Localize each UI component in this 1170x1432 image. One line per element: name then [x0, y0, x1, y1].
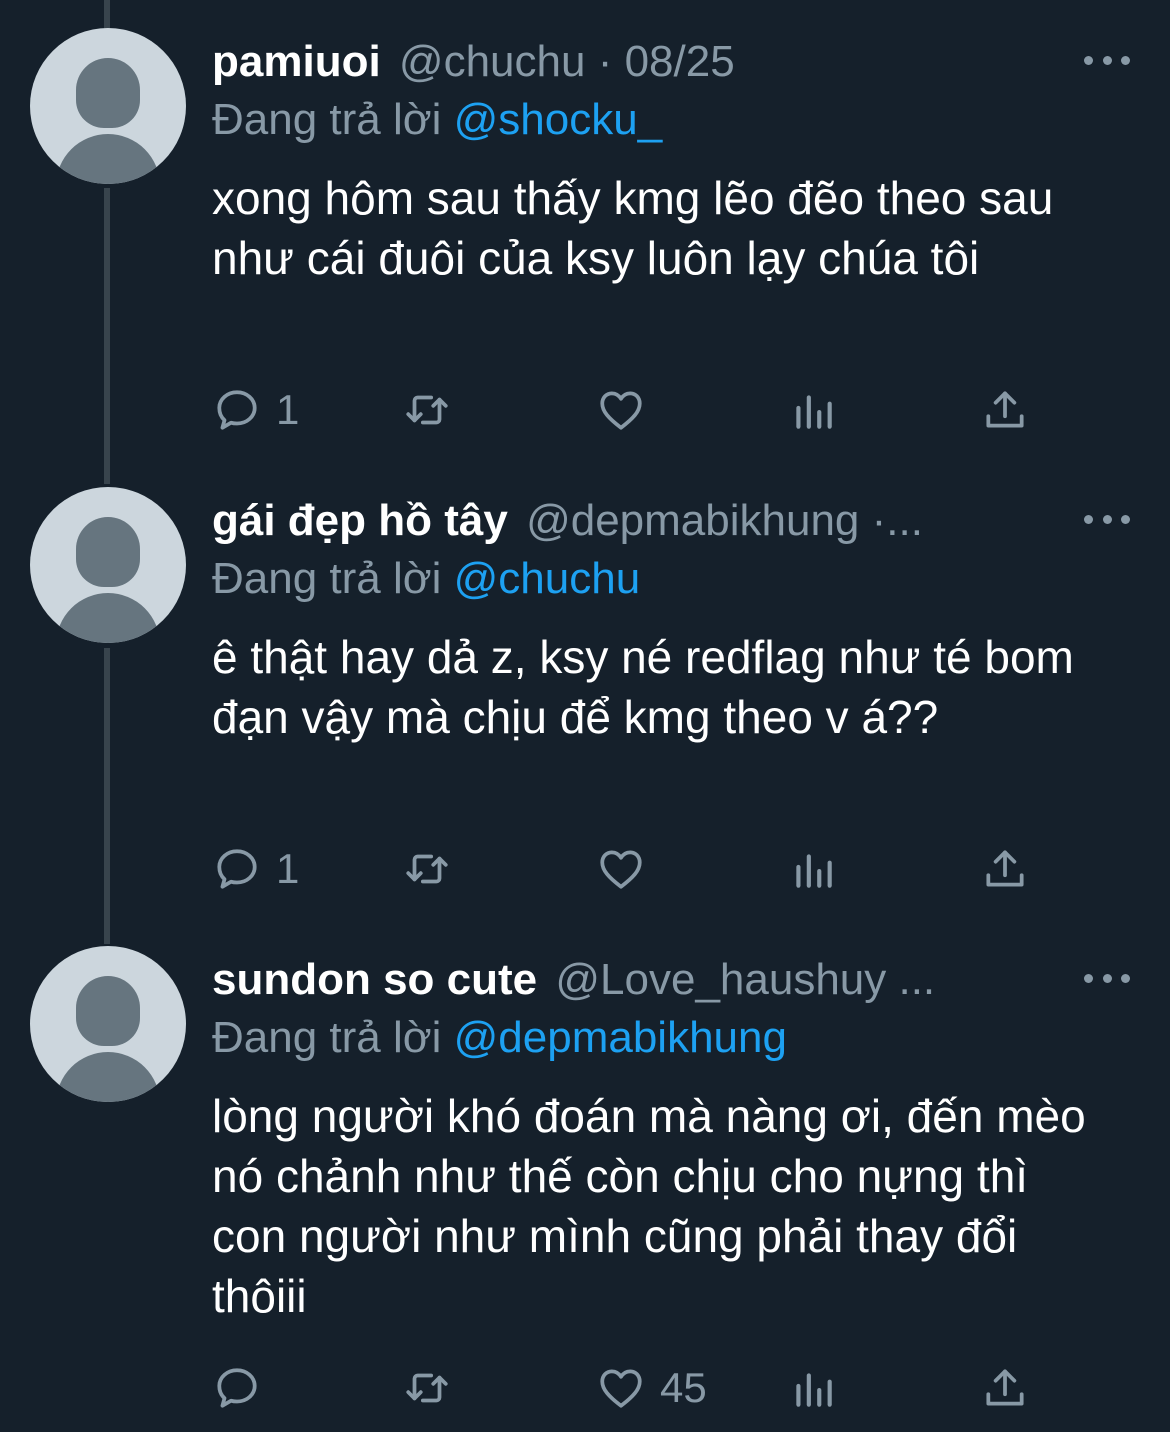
reply-button[interactable]: 1 [212, 839, 299, 899]
replying-to: Đang trả lời @depmabikhung [212, 1012, 787, 1064]
reply-count: 1 [276, 845, 300, 892]
tweet-header: gái đẹp hồ tây @depmabikhung ·... [212, 495, 1072, 547]
replying-to-label: Đang trả lời [212, 95, 442, 144]
mention-link[interactable]: @chuchu [454, 554, 641, 603]
share-button[interactable] [980, 839, 1030, 899]
avatar[interactable] [30, 28, 186, 184]
analytics-button[interactable] [788, 839, 838, 899]
replying-to-label: Đang trả lời [212, 1013, 442, 1062]
analytics-icon [796, 854, 832, 888]
heart-icon [600, 1369, 642, 1408]
tweet[interactable]: sundon so cute @Love_haushuy ... Đang tr… [0, 946, 1170, 1432]
reply-button[interactable] [212, 1358, 276, 1418]
reply-button[interactable]: 1 [212, 380, 299, 440]
action-bar: 1 [212, 839, 1062, 899]
avatar[interactable] [30, 946, 186, 1102]
replying-to-label: Đang trả lời [212, 554, 442, 603]
reply-count: 1 [276, 386, 300, 433]
tweet[interactable]: pamiuoi @chuchu · 08/25 Đang trả lời @sh… [0, 28, 1170, 468]
heart-icon [600, 391, 642, 430]
avatar-head-shape [76, 976, 140, 1046]
reply-icon [217, 1368, 257, 1408]
share-icon [986, 1369, 1024, 1406]
action-bar: 1 [212, 380, 1062, 440]
analytics-icon [796, 1373, 832, 1407]
avatar[interactable] [30, 487, 186, 643]
share-icon [986, 850, 1024, 887]
retweet-icon [406, 854, 448, 884]
like-button[interactable] [596, 839, 660, 899]
mention-link[interactable]: @depmabikhung [454, 1013, 787, 1062]
share-icon [986, 391, 1024, 428]
retweet-button[interactable] [402, 380, 452, 440]
more-icon[interactable] [1084, 968, 1130, 988]
more-icon[interactable] [1084, 50, 1130, 70]
like-button[interactable] [596, 380, 660, 440]
retweet-icon [406, 395, 448, 425]
reply-icon [217, 390, 257, 430]
avatar-head-shape [76, 58, 140, 128]
display-name[interactable]: gái đẹp hồ tây [212, 496, 508, 545]
mention-link[interactable]: @shocku_ [454, 95, 663, 144]
tweet-text: xong hôm sau thấy kmg lẽo đẽo theo sau n… [212, 172, 1054, 284]
retweet-button[interactable] [402, 839, 452, 899]
display-name[interactable]: pamiuoi [212, 37, 381, 86]
avatar-shoulders-shape [56, 1052, 160, 1102]
thread-line-top [104, 0, 110, 30]
tweet-text: ê thật hay dả z, ksy né redflag như té b… [212, 631, 1074, 743]
like-button[interactable]: 45 [596, 1358, 707, 1418]
reply-icon [217, 849, 257, 889]
avatar-head-shape [76, 517, 140, 587]
heart-icon [600, 850, 642, 889]
retweet-icon [406, 1373, 448, 1403]
share-button[interactable] [980, 1358, 1030, 1418]
replying-to: Đang trả lời @shocku_ [212, 94, 662, 146]
analytics-button[interactable] [788, 380, 838, 440]
action-bar: 45 [212, 1358, 1062, 1418]
avatar-shoulders-shape [56, 134, 160, 184]
replying-to: Đang trả lời @chuchu [212, 553, 640, 605]
analytics-button[interactable] [788, 1358, 838, 1418]
like-count: 45 [660, 1364, 707, 1411]
retweet-button[interactable] [402, 1358, 452, 1418]
display-name[interactable]: sundon so cute [212, 955, 537, 1004]
handle-and-date[interactable]: @depmabikhung ·... [526, 496, 923, 545]
avatar-shoulders-shape [56, 593, 160, 643]
analytics-icon [796, 395, 832, 429]
tweet-header: pamiuoi @chuchu · 08/25 [212, 36, 1072, 88]
more-icon[interactable] [1084, 509, 1130, 529]
handle-and-date[interactable]: @Love_haushuy ... [555, 955, 935, 1004]
handle-and-date[interactable]: @chuchu · 08/25 [399, 37, 735, 86]
tweet[interactable]: gái đẹp hồ tây @depmabikhung ·... Đang t… [0, 487, 1170, 927]
tweet-text: lòng người khó đoán mà nàng ơi, đến mèo … [212, 1090, 1086, 1322]
share-button[interactable] [980, 380, 1030, 440]
tweet-header: sundon so cute @Love_haushuy ... [212, 954, 1072, 1006]
